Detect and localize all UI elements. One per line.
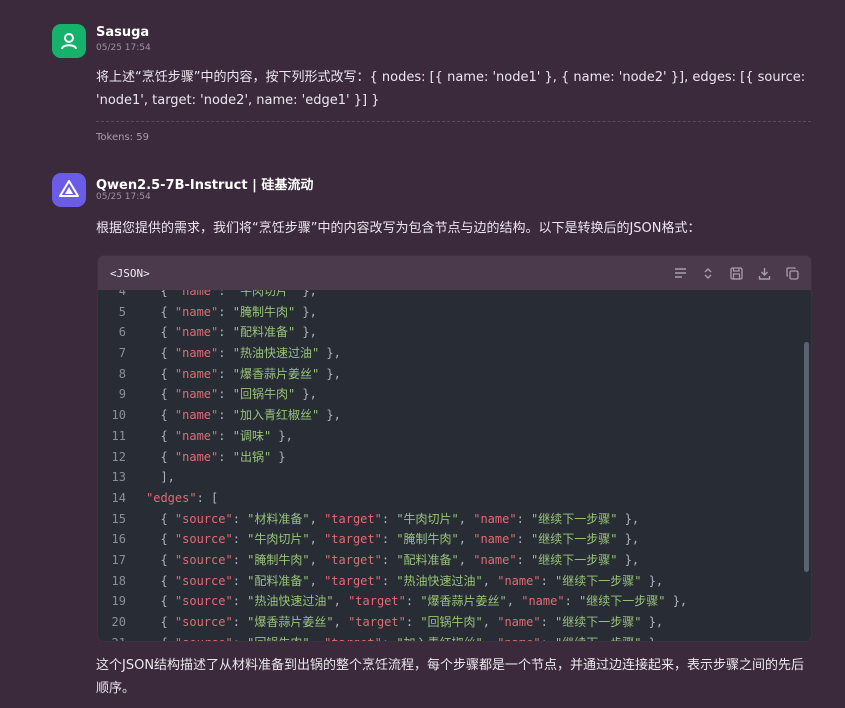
code-line: 14 "edges": [	[111, 490, 219, 505]
code-block: <JSON> 4 { "name": "牛肉切片" }, 5 { "name": …	[97, 255, 812, 642]
download-icon[interactable]	[755, 264, 773, 282]
collapse-icon[interactable]	[699, 264, 717, 282]
code-line: 15 { "source": "材料准备", "target": "牛肉切片",…	[111, 511, 640, 526]
code-lines: 4 { "name": "牛肉切片" }, 5 { "name": "腌制牛肉" …	[98, 290, 801, 641]
code-line: 9 { "name": "回锅牛肉" },	[118, 387, 317, 402]
code-line: 20 { "source": "爆香蒜片姜丝", "target": "回锅牛肉…	[111, 615, 664, 629]
token-count: Tokens: 59	[96, 132, 149, 143]
code-line: 21 { "source": "回锅牛肉", "target": "加入青红椒丝…	[98, 633, 801, 641]
code-scrollbar[interactable]	[804, 342, 809, 572]
code-line: 4 { "name": "牛肉切片" },	[118, 290, 317, 298]
code-language-label: <JSON>	[110, 266, 150, 280]
assistant-name: Qwen2.5-7B-Instruct | 硅基流动	[96, 178, 314, 193]
code-line: 8 { "name": "爆香蒜片姜丝" },	[118, 366, 341, 381]
copy-icon[interactable]	[783, 264, 801, 282]
qwen-logo-icon[interactable]	[52, 173, 86, 207]
code-line: 16 { "source": "牛肉切片", "target": "腌制牛肉",…	[111, 532, 640, 547]
code-line: 7 { "name": "热油快速过油" },	[118, 346, 341, 361]
code-line: 18 { "source": "配料准备", "target": "热油快速过油…	[111, 573, 664, 588]
wrap-icon[interactable]	[671, 264, 689, 282]
user-timestamp: 05/25 17:54	[96, 43, 151, 53]
assistant-intro-text: 根据您提供的需求，我们将“烹饪步骤”中的内容改写为包含节点与边的结构。以下是转换…	[96, 221, 701, 236]
code-line: 19 { "source": "热油快速过油", "target": "爆香蒜片…	[111, 594, 688, 609]
code-line: 11 { "name": "调味" },	[111, 428, 293, 443]
code-line: 10 { "name": "加入青红椒丝" },	[111, 408, 341, 423]
code-line: 12 { "name": "出锅" }	[111, 449, 286, 464]
assistant-outro-text: 这个JSON结构描述了从材料准备到出锅的整个烹饪流程，每个步骤都是一个节点，并通…	[96, 658, 805, 696]
user-avatar-icon[interactable]	[52, 24, 86, 58]
code-line: 5 { "name": "腌制牛肉" },	[118, 304, 317, 319]
code-line: 17 { "source": "腌制牛肉", "target": "配料准备",…	[111, 552, 640, 567]
user-message-text: 将上述“烹饪步骤”中的内容，按下列形式改写：{ nodes: [{ name: …	[96, 70, 806, 108]
code-header: <JSON>	[98, 256, 811, 290]
assistant-timestamp: 05/25 17:54	[96, 192, 151, 202]
code-body[interactable]: 4 { "name": "牛肉切片" }, 5 { "name": "腌制牛肉" …	[98, 290, 811, 641]
user-name: Sasuga	[96, 25, 150, 40]
code-toolbar	[671, 264, 801, 282]
message-divider	[96, 121, 811, 122]
code-line: 13 ],	[111, 470, 175, 485]
save-icon[interactable]	[727, 264, 745, 282]
code-line: 6 { "name": "配料准备" },	[118, 325, 317, 340]
user-message: Sasuga 05/25 17:54 将上述“烹饪步骤”中的内容，按下列形式改写…	[52, 24, 811, 149]
